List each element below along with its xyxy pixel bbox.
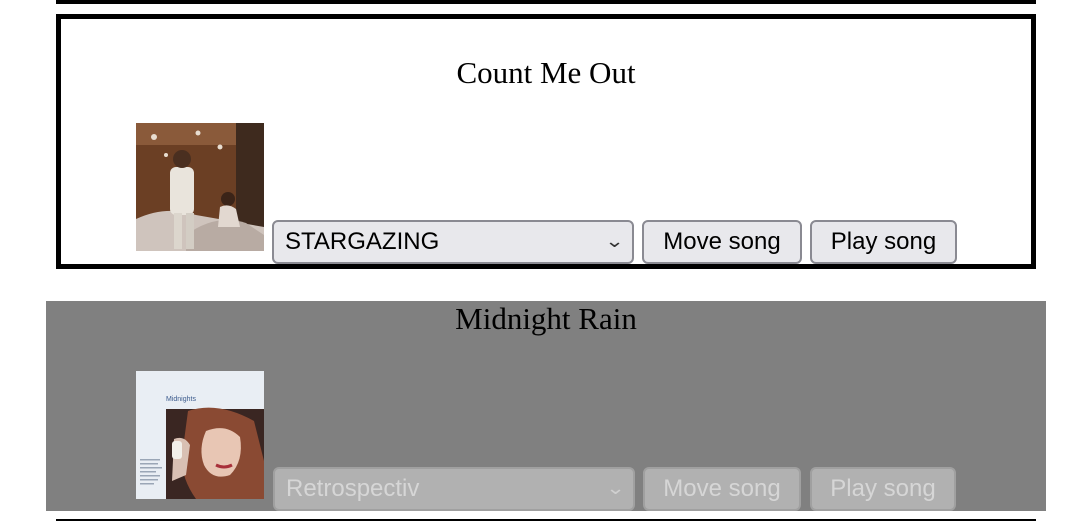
song-select[interactable]: STARGAZING ⌄ <box>272 220 634 264</box>
album-art-image: Midnights <box>136 371 264 499</box>
top-divider <box>56 0 1036 4</box>
bottom-divider <box>56 519 1036 521</box>
play-song-button[interactable]: Play song <box>810 220 957 264</box>
song-select[interactable]: Retrospectiv ⌄ <box>273 467 635 511</box>
chevron-down-icon: ⌄ <box>605 478 626 498</box>
song-select-value: Retrospectiv <box>286 475 420 502</box>
chevron-down-icon: ⌄ <box>604 231 625 251</box>
song-select-value: STARGAZING <box>285 228 440 255</box>
song-title: Count Me Out <box>456 55 636 90</box>
play-song-button[interactable]: Play song <box>810 467 956 511</box>
song-card-active: Count Me Out STARGAZING ⌄ Move song Play… <box>56 14 1036 269</box>
album-art-wordmark: Midnights <box>166 396 196 403</box>
move-song-button[interactable]: Move song <box>642 220 802 264</box>
album-art-image <box>136 123 264 251</box>
song-card-disabled: Midnight Rain Midnights Retrospectiv ⌄ M… <box>46 301 1046 511</box>
move-song-button[interactable]: Move song <box>643 467 801 511</box>
song-title: Midnight Rain <box>455 301 637 336</box>
